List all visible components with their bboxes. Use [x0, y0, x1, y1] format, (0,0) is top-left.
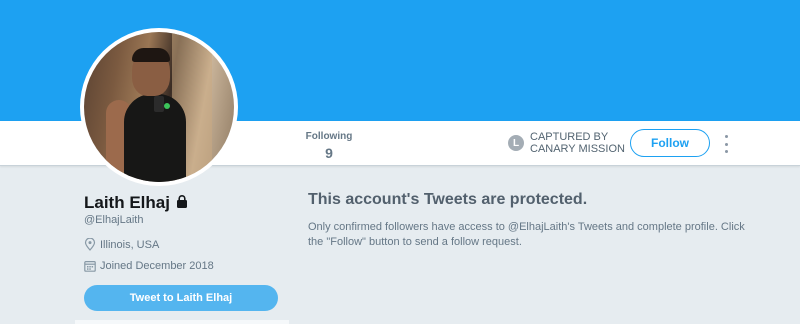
joined-row: Joined December 2018	[84, 260, 214, 272]
location-pin-icon	[84, 238, 96, 251]
location-row: Illinois, USA	[84, 238, 159, 251]
tweet-to-button[interactable]: Tweet to Laith Elhaj	[84, 285, 278, 311]
following-label: Following	[305, 131, 353, 142]
following-stat[interactable]: Following 9	[304, 131, 354, 161]
sidebar-bottom-card	[75, 320, 289, 324]
location-text: Illinois, USA	[100, 238, 160, 251]
profile-name-row: Laith Elhaj	[84, 193, 188, 213]
more-vertical-icon[interactable]	[722, 135, 730, 153]
protected-description: Only confirmed followers have access to …	[308, 221, 745, 248]
lock-icon	[176, 193, 188, 213]
avatar[interactable]	[80, 28, 238, 186]
profile-name[interactable]: Laith Elhaj	[84, 193, 170, 213]
avatar-photo	[84, 32, 234, 182]
avatar-phone	[154, 96, 164, 112]
canary-mission-badge: L CAPTURED BY CANARY MISSION	[508, 131, 625, 155]
follow-button[interactable]: Follow	[630, 129, 710, 157]
joined-text: Joined December 2018	[100, 260, 214, 272]
profile-handle[interactable]: @ElhajLaith	[84, 214, 143, 226]
avatar-pin	[164, 103, 170, 109]
calendar-icon	[84, 261, 96, 272]
canary-mission-icon: L	[508, 135, 524, 151]
canary-line-2: CANARY MISSION	[530, 143, 625, 155]
avatar-hair	[132, 48, 170, 62]
canary-line-1: CAPTURED BY	[530, 131, 609, 143]
protected-heading: This account's Tweets are protected.	[308, 191, 588, 208]
following-count: 9	[325, 145, 333, 161]
